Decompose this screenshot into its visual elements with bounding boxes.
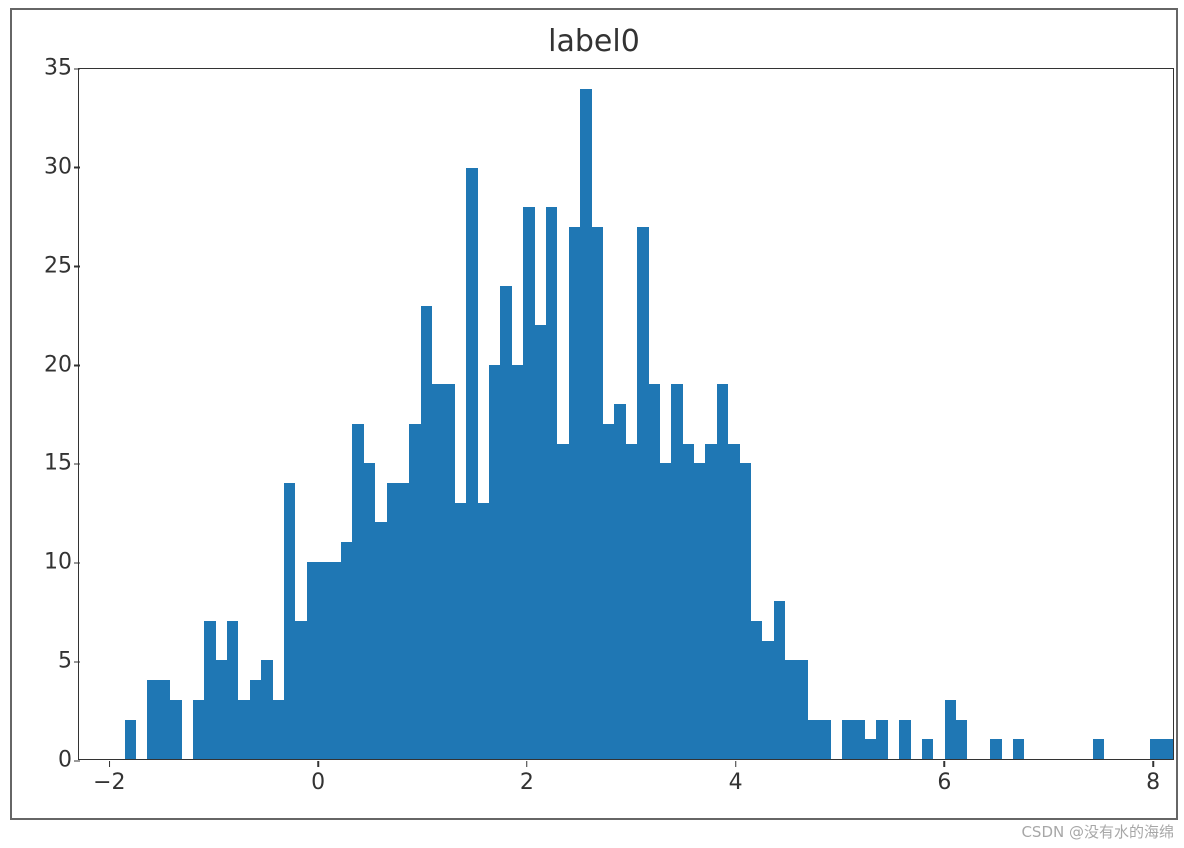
histogram-bar bbox=[774, 601, 785, 759]
histogram-bar bbox=[694, 463, 705, 759]
histogram-bar bbox=[728, 444, 739, 759]
histogram-bar bbox=[637, 227, 648, 759]
histogram-bar bbox=[318, 562, 329, 759]
histogram-bar bbox=[705, 444, 716, 759]
watermark-text: CSDN @没有水的海绵 bbox=[1021, 821, 1174, 842]
histogram-bar bbox=[762, 641, 773, 759]
histogram-bar bbox=[990, 739, 1001, 759]
y-tick-label: 5 bbox=[32, 649, 72, 674]
histogram-bar bbox=[819, 720, 830, 759]
y-tick-label: 20 bbox=[32, 352, 72, 377]
histogram-bar bbox=[375, 522, 386, 759]
histogram-bar bbox=[842, 720, 853, 759]
y-tick-label: 0 bbox=[32, 748, 72, 773]
histogram-bar bbox=[284, 483, 295, 759]
histogram-bar bbox=[876, 720, 887, 759]
y-axis-ticks: 05101520253035 bbox=[32, 68, 72, 760]
histogram-bar bbox=[808, 720, 819, 759]
histogram-bar bbox=[740, 463, 751, 759]
histogram-bar bbox=[626, 444, 637, 759]
histogram-bar bbox=[546, 207, 557, 759]
histogram-bar bbox=[295, 621, 306, 759]
histogram-bar bbox=[557, 444, 568, 759]
histogram-bar bbox=[273, 700, 284, 759]
histogram-bar bbox=[170, 700, 181, 759]
x-tick-label: 8 bbox=[1146, 770, 1160, 795]
histogram-bar bbox=[489, 365, 500, 759]
x-tick-label: 2 bbox=[520, 770, 534, 795]
chart-title: label0 bbox=[12, 24, 1176, 59]
x-tick-label: 0 bbox=[311, 770, 325, 795]
histogram-bar bbox=[717, 384, 728, 759]
x-tick-label: −2 bbox=[93, 770, 125, 795]
histogram-bar bbox=[330, 562, 341, 759]
histogram-bar bbox=[580, 89, 591, 759]
x-tick-label: 4 bbox=[729, 770, 743, 795]
histogram-bar bbox=[261, 660, 272, 759]
histogram-bar bbox=[1093, 739, 1104, 759]
histogram-bar bbox=[478, 503, 489, 759]
histogram-bar bbox=[216, 660, 227, 759]
y-tick-label: 10 bbox=[32, 550, 72, 575]
histogram-bar bbox=[945, 700, 956, 759]
histogram-bar bbox=[1013, 739, 1024, 759]
histogram-bar bbox=[341, 542, 352, 759]
histogram-bar bbox=[1161, 739, 1172, 759]
histogram-bar bbox=[535, 325, 546, 759]
histogram-bar bbox=[409, 424, 420, 759]
y-tick-label: 15 bbox=[32, 451, 72, 476]
histogram-bar bbox=[204, 621, 215, 759]
histogram-bar bbox=[683, 444, 694, 759]
histogram-bar bbox=[569, 227, 580, 759]
histogram-bar bbox=[512, 365, 523, 759]
histogram-bar bbox=[523, 207, 534, 759]
histogram-bar bbox=[421, 306, 432, 759]
histogram-bar bbox=[238, 700, 249, 759]
histogram-bar bbox=[250, 680, 261, 759]
histogram-bars bbox=[79, 69, 1173, 759]
histogram-bar bbox=[899, 720, 910, 759]
histogram-bar bbox=[671, 384, 682, 759]
histogram-bar bbox=[500, 286, 511, 759]
histogram-bar bbox=[227, 621, 238, 759]
histogram-bar bbox=[956, 720, 967, 759]
histogram-bar bbox=[592, 227, 603, 759]
histogram-bar bbox=[466, 168, 477, 759]
plot-area bbox=[78, 68, 1174, 760]
x-tick-label: 6 bbox=[937, 770, 951, 795]
y-tick-label: 25 bbox=[32, 253, 72, 278]
histogram-bar bbox=[865, 739, 876, 759]
histogram-bar bbox=[432, 384, 443, 759]
histogram-bar bbox=[797, 660, 808, 759]
histogram-bar bbox=[352, 424, 363, 759]
x-axis-ticks: −2 0 2 4 6 8 bbox=[78, 762, 1174, 802]
histogram-bar bbox=[614, 404, 625, 759]
histogram-bar bbox=[193, 700, 204, 759]
histogram-bar bbox=[751, 621, 762, 759]
y-tick-label: 35 bbox=[32, 56, 72, 81]
histogram-bar bbox=[387, 483, 398, 759]
histogram-bar bbox=[649, 384, 660, 759]
histogram-bar bbox=[147, 680, 158, 759]
y-tick-label: 30 bbox=[32, 154, 72, 179]
histogram-bar bbox=[660, 463, 671, 759]
histogram-bar bbox=[785, 660, 796, 759]
histogram-bar bbox=[1150, 739, 1161, 759]
histogram-bar bbox=[922, 739, 933, 759]
histogram-bar bbox=[455, 503, 466, 759]
histogram-bar bbox=[398, 483, 409, 759]
histogram-bar bbox=[603, 424, 614, 759]
histogram-bar bbox=[364, 463, 375, 759]
histogram-bar bbox=[854, 720, 865, 759]
histogram-bar bbox=[125, 720, 136, 759]
histogram-bar bbox=[159, 680, 170, 759]
chart-frame: label0 0 5 10 15 20 25 30 35 −2 0 2 4 6 8 bbox=[10, 8, 1178, 820]
histogram-bar bbox=[444, 384, 455, 759]
histogram-bar bbox=[307, 562, 318, 759]
